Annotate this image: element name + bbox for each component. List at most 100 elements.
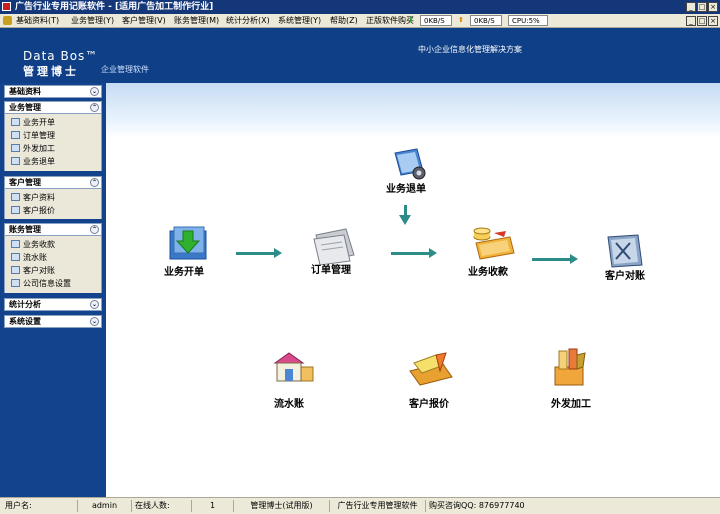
status-user-label: 用户名: [2, 500, 78, 512]
chevron-up-icon[interactable]: ⌃ [90, 225, 99, 234]
flow-business-return[interactable]: 业务退单 [386, 184, 426, 196]
sidebar-group-title: 客户管理 [9, 178, 41, 187]
title-bar: 广告行业专用记账软件 - [适用广告加工制作行业] _ □ × [0, 0, 720, 14]
arrow-right-icon [570, 254, 578, 264]
money-icon [11, 240, 20, 248]
customer-reconcile-icon[interactable] [602, 231, 648, 271]
sidebar-group-title: 账务管理 [9, 225, 41, 234]
customer-quote-icon[interactable] [406, 351, 456, 391]
sidebar-group-title: 系统设置 [9, 317, 41, 326]
sidebar-item-outsource[interactable]: 外发加工 [11, 144, 55, 154]
app-icon [2, 2, 11, 11]
sidebar-group-title: 基础资料 [9, 87, 41, 96]
brand-chinese: 管理博士 [23, 65, 79, 78]
sidebar-group-customer-body: 客户资料 客户报价 [4, 189, 102, 219]
child-maximize-button[interactable]: □ [697, 16, 707, 26]
flow-arrow [236, 252, 274, 255]
flow-customer-reconcile[interactable]: 客户对账 [605, 271, 645, 283]
header-banner: Data Bos™ 管理博士 企业管理软件 中小企业信息化管理解决方案 [0, 28, 720, 83]
child-close-button[interactable]: × [708, 16, 718, 26]
header-slogan: 中小企业信息化管理解决方案 [418, 45, 522, 54]
status-online-value: 1 [192, 500, 234, 512]
menu-bar: 基础资料(T) 业务管理(Y) 客户管理(V) 账务管理(M) 统计分析(X) … [0, 14, 720, 28]
business-order-icon[interactable] [166, 223, 212, 265]
flow-arrow [404, 205, 407, 215]
settings-icon [11, 279, 20, 287]
menu-accounts[interactable]: 账务管理(M) [174, 15, 219, 27]
menu-statistics[interactable]: 统计分析(X) [226, 15, 270, 27]
cpu-usage: CPU:5% [508, 15, 548, 26]
flow-business-receipt[interactable]: 业务收款 [468, 267, 508, 279]
menu-customer[interactable]: 客户管理(V) [122, 15, 166, 27]
arrow-right-icon [274, 248, 282, 258]
sidebar-group-statistics[interactable]: 统计分析 ⌄ [4, 298, 102, 311]
flow-customer-quote[interactable]: 客户报价 [409, 399, 449, 411]
flow-journal[interactable]: 流水账 [274, 399, 304, 411]
menu-business[interactable]: 业务管理(Y) [71, 15, 114, 27]
sidebar-item-business-return[interactable]: 业务退单 [11, 157, 55, 167]
menu-app-icon [3, 16, 12, 25]
flow-business-order[interactable]: 业务开单 [164, 267, 204, 279]
arrow-right-icon [429, 248, 437, 258]
business-return-icon[interactable] [389, 145, 429, 183]
download-arrow-icon: ⬇ [408, 16, 414, 24]
child-minimize-button[interactable]: _ [686, 16, 696, 26]
flow-order-manage[interactable]: 订单管理 [311, 265, 351, 277]
status-user-value: admin [78, 500, 132, 512]
document-icon [11, 118, 20, 126]
sidebar-item-customer-info[interactable]: 客户资料 [11, 193, 55, 203]
chevron-up-icon[interactable]: ⌃ [90, 178, 99, 187]
chevron-down-icon[interactable]: ⌄ [90, 87, 99, 96]
workflow-panel: 业务开单 订单管理 业务退单 业务收款 客户对账 流水账 客户报价 外发加工 [106, 83, 720, 497]
sidebar: 基础资料 ⌄ 业务管理 ⌃ 业务开单 订单管理 外发加工 业务退单 客户管理 ⌃… [0, 83, 106, 497]
tools-icon [11, 144, 20, 152]
ledger-icon [11, 253, 20, 261]
menu-help[interactable]: 帮助(Z) [330, 15, 358, 27]
status-online-label: 在线人数: [132, 500, 192, 512]
window-title: 广告行业专用记账软件 - [适用广告加工制作行业] [15, 2, 214, 12]
window-minimize-button[interactable]: _ [686, 2, 696, 12]
menu-system[interactable]: 系统管理(Y) [278, 15, 321, 27]
menu-buy-license[interactable]: 正版软件购买 [366, 15, 414, 27]
sidebar-group-business-body: 业务开单 订单管理 外发加工 业务退单 [4, 114, 102, 171]
menu-basic-data[interactable]: 基础资料(T) [16, 15, 59, 27]
contacts-icon [11, 193, 20, 201]
list-icon [11, 131, 20, 139]
sidebar-group-customer[interactable]: 客户管理 ⌃ [4, 176, 102, 189]
sidebar-item-customer-reconcile[interactable]: 客户对账 [11, 266, 55, 276]
sidebar-item-business-receipt[interactable]: 业务收款 [11, 240, 55, 250]
sidebar-group-title: 统计分析 [9, 300, 41, 309]
download-speed: 0KB/S [420, 15, 452, 26]
business-receipt-icon[interactable] [468, 223, 516, 263]
sidebar-item-order-manage[interactable]: 订单管理 [11, 131, 55, 141]
sidebar-group-system[interactable]: 系统设置 ⌄ [4, 315, 102, 328]
upload-speed: 0KB/S [470, 15, 502, 26]
sidebar-item-customer-quote[interactable]: 客户报价 [11, 206, 55, 216]
order-manage-icon[interactable] [312, 225, 358, 265]
brand-english: Data Bos™ [23, 49, 99, 63]
chevron-up-icon[interactable]: ⌃ [90, 103, 99, 112]
chevron-down-icon[interactable]: ⌄ [90, 300, 99, 309]
sidebar-group-accounts-body: 业务收款 流水账 客户对账 公司信息设置 [4, 236, 102, 293]
outsource-icon[interactable] [547, 345, 593, 391]
upload-arrow-icon: ⬆ [458, 16, 464, 24]
status-product: 管理博士(试用版) [234, 500, 330, 512]
sidebar-item-journal[interactable]: 流水账 [11, 253, 47, 263]
sky-background [106, 83, 720, 138]
flow-arrow [391, 252, 429, 255]
window-maximize-button[interactable]: □ [697, 2, 707, 12]
sidebar-item-company-settings[interactable]: 公司信息设置 [11, 279, 71, 289]
sidebar-group-title: 业务管理 [9, 103, 41, 112]
chevron-down-icon[interactable]: ⌄ [90, 317, 99, 326]
flow-outsource[interactable]: 外发加工 [551, 399, 591, 411]
sidebar-item-business-order[interactable]: 业务开单 [11, 118, 55, 128]
brand-subtitle: 企业管理软件 [101, 65, 149, 74]
sidebar-group-accounts[interactable]: 账务管理 ⌃ [4, 223, 102, 236]
status-bar: 用户名: admin 在线人数: 1 管理博士(试用版) 广告行业专用管理软件 … [0, 497, 720, 514]
window-close-button[interactable]: × [708, 2, 718, 12]
sidebar-group-business[interactable]: 业务管理 ⌃ [4, 101, 102, 114]
flow-arrow [532, 258, 570, 261]
quote-icon [11, 206, 20, 214]
journal-icon[interactable] [269, 347, 317, 387]
sidebar-group-basic-data[interactable]: 基础资料 ⌄ [4, 85, 102, 98]
